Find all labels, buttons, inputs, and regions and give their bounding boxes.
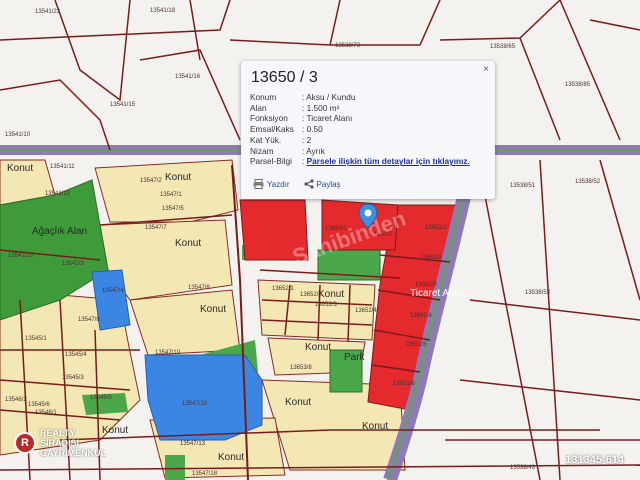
zone-label-konut: Konut [318, 289, 344, 300]
close-icon[interactable]: × [483, 64, 489, 75]
parcel-label: 13547/19 [182, 401, 208, 407]
parcel-label: 13538/65 [490, 44, 516, 50]
zone-label-agaclik: Ağaçlık Alan [32, 226, 87, 237]
parcel-info-popup: × 13650 / 3 Konum : Aksu / Kundu Alan : … [241, 61, 495, 199]
info-value: : Aksu / Kundu [302, 92, 356, 102]
info-row-nizam: Nizam : Ayrık [250, 146, 486, 157]
info-row-konum: Konum : Aksu / Kundu [250, 92, 486, 103]
parcel-label: 13541/15 [110, 102, 136, 108]
parcel-label: 13652/3 [315, 302, 337, 308]
parcel-label: 13547/7 [145, 225, 167, 231]
info-key: Nizam [250, 145, 274, 156]
info-key: Emsal/Kaks [250, 124, 294, 135]
parcel-label: 13541/3 [62, 261, 84, 267]
print-button[interactable]: Yazdır [253, 179, 290, 189]
parcel-label: 13545/3 [62, 375, 84, 381]
parcel-label: 13541/11 [50, 164, 75, 170]
logo-badge: R [14, 432, 36, 454]
logo-line: SIRADIŞI [40, 438, 80, 448]
info-value: : Ticaret Alanı [302, 113, 353, 124]
parcel-label: 13545/5 [90, 395, 112, 401]
parcel-label: 13538/43 [510, 465, 536, 471]
info-value: : 1.500 m² [302, 102, 340, 113]
popup-actions: Yazdır Paylaş [253, 179, 341, 189]
zone-label-konut: Konut [175, 238, 201, 249]
parcel-label: 13538/51 [510, 183, 536, 189]
parcel-label: 13652/4 [355, 308, 377, 314]
share-icon [303, 179, 314, 189]
parcel-label: 13547/5 [162, 206, 184, 212]
info-row-alan: Alan : 1.500 m² [250, 103, 486, 114]
listing-id: 131345-614 [565, 454, 624, 466]
parcel-label: 13547/1 [160, 192, 182, 198]
info-row-fonksiyon: Fonksiyon : Ticaret Alanı [250, 113, 486, 124]
info-value: : 0.50 [302, 124, 323, 135]
parcel-label: 13547/10 [155, 350, 181, 356]
parcel-label: 13547/13 [180, 441, 206, 447]
parcel-label: 13547/6 [78, 317, 100, 323]
printer-icon [253, 179, 264, 189]
parcel-label: 13541/23 [35, 9, 61, 15]
info-key: Parsel-Bilgi [250, 156, 292, 167]
parcel-label: 13651/5 [405, 342, 427, 348]
parcel-label: 13547/18 [192, 471, 218, 477]
info-value: : 2 [302, 134, 312, 145]
zone-label-konut: Konut [165, 172, 191, 183]
zone-label-konut: Konut [7, 163, 33, 174]
logo-line: REALTY [40, 428, 76, 438]
parcel-label: 13651/4 [410, 313, 432, 319]
parcel-label: 13541/13 [8, 253, 34, 259]
share-button[interactable]: Paylaş [303, 179, 341, 189]
zone-label-park: Park [344, 352, 366, 363]
zone-label-konut: Konut [305, 342, 331, 353]
share-label: Paylaş [316, 179, 341, 189]
zone-label-ticaret: Ticaret Alanı [410, 288, 465, 299]
parcel-label: 13653/8 [290, 365, 312, 371]
zone-label-konut: Konut [218, 452, 244, 463]
parcel-label: 13651/2 [420, 255, 442, 261]
parcel-label: 13545/4 [65, 352, 87, 358]
info-key: Fonksiyon [250, 113, 288, 124]
parcel-label: 13538/52 [575, 179, 601, 185]
parcel-title: 13650 / 3 [251, 69, 318, 86]
info-row-emsal: Emsal/Kaks : 0.50 [250, 124, 486, 135]
parcel-label: 13651/6 [393, 381, 415, 387]
zone-label-konut: Konut [285, 397, 311, 408]
parcel-label: 13547/2 [140, 178, 162, 184]
parcel-label: 13541/12 [45, 191, 71, 197]
parcel-label: 13547/4 [102, 288, 124, 294]
info-key: Alan [250, 102, 267, 113]
parcel-label: 13541/18 [150, 8, 176, 14]
parcel-label: 13541/16 [175, 74, 201, 80]
info-row-parsel: Parsel-Bilgi : Parsele ilişkin tüm detay… [250, 156, 486, 167]
zone-label-konut: Konut [362, 421, 388, 432]
info-value: : Ayrık [302, 145, 325, 156]
info-key: Konum [250, 92, 277, 102]
parcel-label: 13545/1 [25, 336, 47, 342]
parcel-label: 13538/73 [335, 43, 361, 49]
info-key: Kat Yük. [250, 134, 282, 145]
parcel-label: 13545/6 [28, 402, 50, 408]
parcel-detail-link[interactable]: Parsele ilişkin tüm detaylar için tıklay… [307, 156, 470, 166]
info-row-kat: Kat Yük. : 2 [250, 135, 486, 146]
parcel-label: 13651/1 [425, 225, 447, 231]
logo-line: GAYRİMENKUL [40, 448, 107, 458]
parcel-label: 13652/1 [272, 286, 294, 292]
realty-logo: R REALTY SIRADIŞI GAYRİMENKUL [14, 428, 106, 458]
parcel-label: 13546/1 [35, 410, 57, 416]
zone-label-konut: Konut [200, 304, 226, 315]
location-pin-icon[interactable] [358, 203, 378, 229]
parcel-label: 13546/2 [5, 397, 27, 403]
parcel-label: 13538/85 [565, 82, 591, 88]
parcel-label: 13547/8 [188, 285, 210, 291]
parcel-label: 13538/53 [525, 290, 551, 296]
parcel-label: 13541/10 [5, 132, 31, 138]
print-label: Yazdır [267, 179, 290, 189]
